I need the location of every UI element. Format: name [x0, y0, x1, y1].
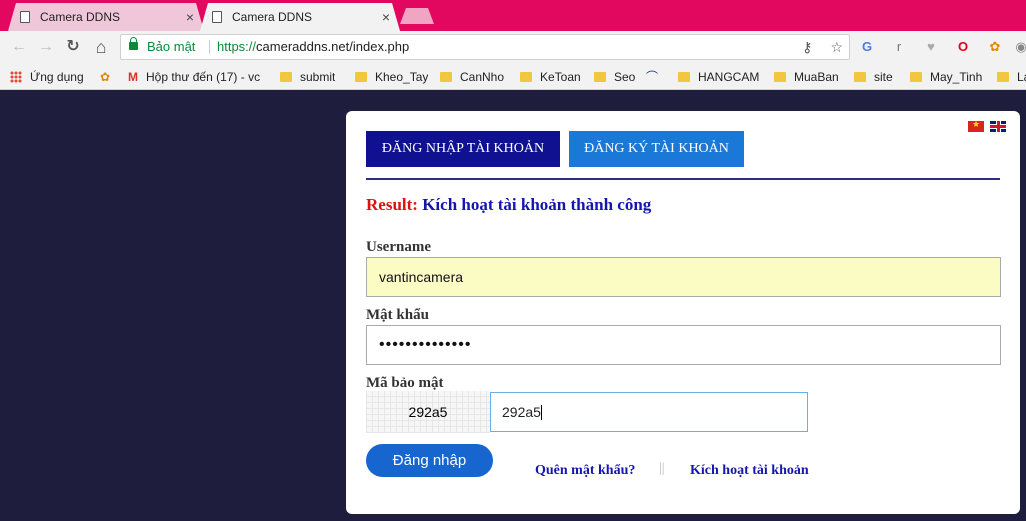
bookmark-folder[interactable]: MuaBan	[774, 69, 839, 85]
new-tab-button[interactable]	[400, 8, 434, 24]
star-icon[interactable]: ☆	[830, 39, 843, 55]
bookmark-folder[interactable]: La	[997, 69, 1026, 85]
bookmark-folder[interactable]: CanNho	[440, 69, 504, 85]
folder-icon	[997, 72, 1009, 82]
folder-icon	[678, 72, 690, 82]
folder-icon	[520, 72, 532, 82]
bookmark-folder[interactable]: HANGCAM	[678, 69, 759, 85]
password-input[interactable]: ••••••••••••••	[366, 325, 1001, 365]
browser-tab-2[interactable]: Camera DDNS ×	[200, 3, 400, 31]
activate-account-link[interactable]: Kích hoạt tài khoản	[690, 463, 809, 479]
globe-icon[interactable]: ◉	[1012, 38, 1026, 56]
login-button[interactable]: Đăng nhập	[366, 444, 493, 477]
translate-icon[interactable]: G	[858, 38, 876, 56]
link-divider: ||	[659, 461, 665, 476]
bookmark-gmail[interactable]: M Hộp thư đến (17) - vc	[128, 69, 264, 85]
tab-title: Camera DDNS	[232, 10, 313, 24]
result-label: Result:	[366, 195, 418, 214]
bookmark-folder[interactable]: Kheo_Tay	[355, 69, 428, 85]
gmail-icon: M	[128, 70, 138, 84]
apps-icon	[10, 71, 22, 83]
bookmark-bird[interactable]: ⌒	[646, 69, 658, 85]
close-tab-icon[interactable]: ×	[382, 3, 390, 31]
bird-icon: ⌒	[646, 70, 659, 84]
browser-toolbar: ← → ↻ ⌂ Bảo mật https://cameraddns.net/i…	[0, 31, 1026, 64]
bookmark-flower[interactable]: ✿	[100, 69, 110, 85]
password-label: Mật khẩu	[366, 307, 429, 323]
address-separator	[209, 40, 210, 54]
folder-icon	[355, 72, 367, 82]
tab-register[interactable]: ĐĂNG KÝ TÀI KHOẢN	[569, 131, 744, 167]
bookmark-folder[interactable]: May_Tinh	[910, 69, 982, 85]
home-icon[interactable]: ⌂	[90, 37, 112, 57]
url-text[interactable]: https://cameraddns.net/index.php	[217, 35, 409, 59]
folder-icon	[440, 72, 452, 82]
page-icon	[20, 11, 30, 23]
tab-title: Camera DDNS	[40, 10, 121, 24]
captcha-label: Mã bảo mật	[366, 375, 444, 391]
vietnam-flag-icon[interactable]	[968, 119, 984, 132]
lock-icon	[129, 37, 138, 50]
address-bar[interactable]: Bảo mật https://cameraddns.net/index.php…	[120, 34, 850, 60]
tab-login[interactable]: ĐĂNG NHẬP TÀI KHOẢN	[366, 131, 560, 167]
reload-icon[interactable]: ↻	[62, 37, 84, 57]
bookmark-apps[interactable]: Ứng dụng	[10, 69, 84, 85]
username-label: Username	[366, 239, 431, 255]
opera-icon[interactable]: O	[954, 38, 972, 56]
flower-icon[interactable]: ✿	[986, 38, 1004, 56]
close-tab-icon[interactable]: ×	[186, 3, 194, 31]
browser-tab-1[interactable]: Camera DDNS ×	[8, 3, 204, 31]
folder-icon	[910, 72, 922, 82]
captcha-image: 292a5	[366, 391, 490, 433]
bookmark-folder[interactable]: submit	[280, 69, 335, 85]
result-message: Result: Kích hoạt tài khoản thành công	[366, 195, 651, 215]
login-panel: ĐĂNG NHẬP TÀI KHOẢN ĐĂNG KÝ TÀI KHOẢN Re…	[346, 111, 1020, 514]
omnibox-icons: ⚷ ☆	[802, 35, 843, 59]
divider-line	[366, 178, 1000, 180]
result-text: Kích hoạt tài khoản thành công	[422, 195, 652, 214]
page-icon	[212, 11, 222, 23]
browser-tab-strip: Camera DDNS × Camera DDNS ×	[0, 0, 1026, 31]
uk-flag-icon[interactable]	[990, 121, 1006, 132]
key-icon[interactable]: ⚷	[802, 39, 812, 55]
forward-icon[interactable]: →	[35, 37, 57, 57]
secure-label: Bảo mật	[147, 39, 196, 54]
folder-icon	[594, 72, 606, 82]
captcha-input[interactable]: 292a5	[490, 392, 808, 432]
flower-icon: ✿	[100, 70, 111, 84]
folder-icon	[854, 72, 866, 82]
bookmark-folder[interactable]: Seo	[594, 69, 635, 85]
text-caret	[540, 405, 542, 420]
r-icon[interactable]: r	[890, 38, 908, 56]
folder-icon	[774, 72, 786, 82]
back-icon[interactable]: ←	[8, 37, 30, 57]
bookmark-folder[interactable]: KeToan	[520, 69, 581, 85]
username-input[interactable]: vantincamera	[366, 257, 1001, 297]
heart-icon[interactable]: ♥	[922, 38, 940, 56]
folder-icon	[280, 72, 292, 82]
bookmarks-bar: Ứng dụng ✿ M Hộp thư đến (17) - vc submit…	[0, 64, 1026, 90]
bookmark-folder[interactable]: site	[854, 69, 893, 85]
forgot-password-link[interactable]: Quên mật khẩu?	[535, 463, 635, 479]
